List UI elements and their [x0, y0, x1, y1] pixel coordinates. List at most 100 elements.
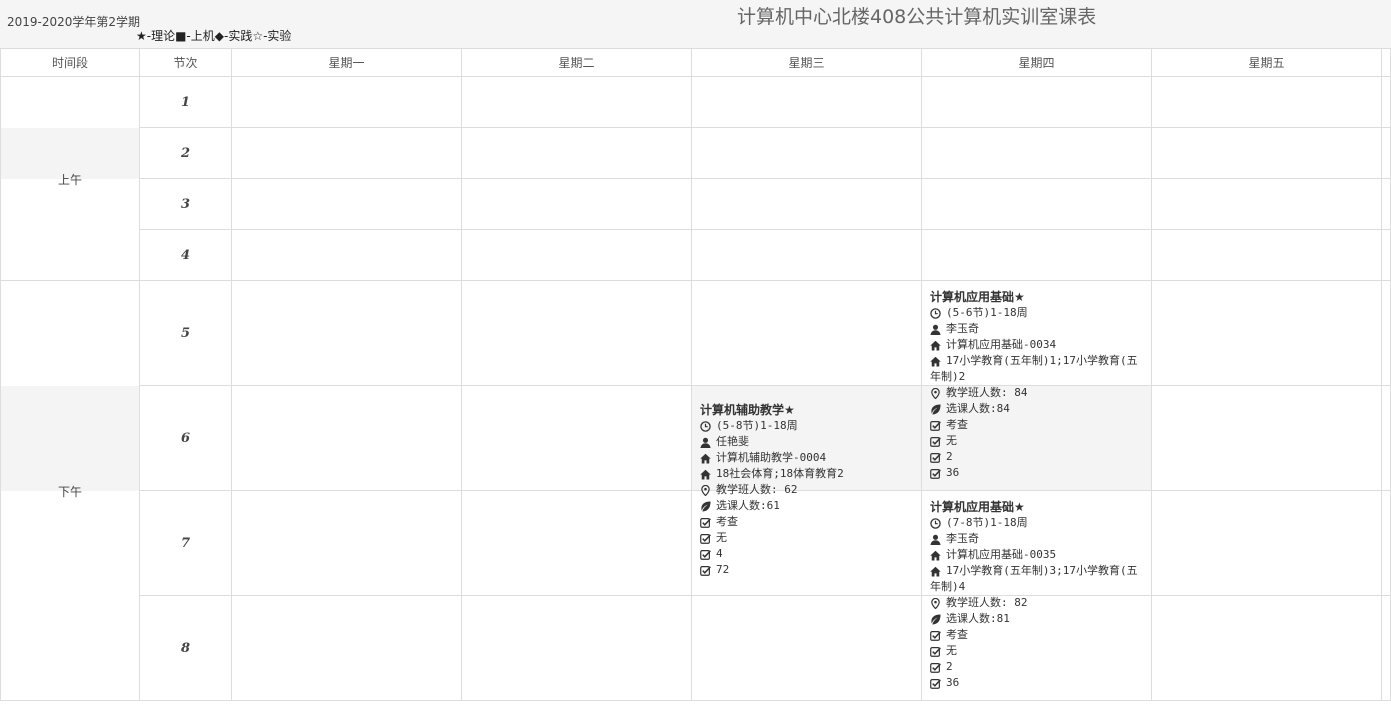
cell-mon-3[interactable] — [231, 178, 462, 230]
cell-mon-4[interactable] — [231, 229, 462, 281]
course-class-size: 教学班人数: 82 — [946, 596, 1028, 609]
cell-fri-1[interactable] — [1151, 76, 1382, 128]
cell-tue-1[interactable] — [461, 76, 692, 128]
home-icon — [700, 466, 716, 482]
check-square-icon — [930, 465, 946, 481]
user-icon — [700, 434, 716, 450]
col-day-thu: 星期四 — [921, 48, 1152, 77]
map-pin-icon — [930, 595, 946, 611]
cell-tue-8[interactable] — [461, 595, 692, 701]
cell-wed-3[interactable] — [691, 178, 922, 230]
slot-number: 3 — [139, 178, 232, 230]
check-square-icon — [700, 562, 716, 578]
cell-tue-7[interactable] — [461, 490, 692, 596]
cell-tue-5[interactable] — [461, 280, 692, 386]
col-period-header: 时间段 — [0, 48, 140, 77]
cell-wed-4[interactable] — [691, 229, 922, 281]
check-square-icon — [930, 417, 946, 433]
course-time: (7-8节)1-18周 — [946, 516, 1028, 529]
course-enrolled: 选课人数:61 — [716, 499, 780, 512]
map-pin-icon — [700, 482, 716, 498]
cell-mon-8[interactable] — [231, 595, 462, 701]
user-icon — [930, 531, 946, 547]
course-room: 计算机应用基础-0034 — [946, 338, 1057, 351]
cell-thu-1[interactable] — [921, 76, 1152, 128]
course-name: 计算机辅助教学★ — [700, 403, 795, 417]
course-assessment: 考查 — [946, 628, 968, 641]
user-icon — [930, 321, 946, 337]
cell-wed-2[interactable] — [691, 127, 922, 179]
cell-fri-2[interactable] — [1151, 127, 1382, 179]
cell-fri-5[interactable] — [1151, 280, 1382, 386]
period-morning: 上午 — [0, 76, 140, 281]
cell-thu-4[interactable] — [921, 229, 1152, 281]
slot-number: 6 — [139, 385, 232, 491]
cell-fri-4[interactable] — [1151, 229, 1382, 281]
course-extra2: 2 — [946, 450, 953, 463]
home-icon — [930, 353, 946, 369]
cell-fri-8[interactable] — [1151, 595, 1382, 701]
cell-fri-7[interactable] — [1151, 490, 1382, 596]
check-square-icon — [930, 643, 946, 659]
col-day-wed: 星期三 — [691, 48, 922, 77]
cell-tue-3[interactable] — [461, 178, 692, 230]
cell-extra-7 — [1381, 490, 1391, 596]
cell-extra-4 — [1381, 229, 1391, 281]
course-teacher: 李玉奇 — [946, 322, 979, 335]
cell-mon-6[interactable] — [231, 385, 462, 491]
course-card-wed[interactable]: 计算机辅助教学★ (5-8节)1-18周 任艳斐 计算机辅助教学-0004 18… — [700, 402, 922, 578]
course-room: 计算机辅助教学-0004 — [716, 451, 827, 464]
period-afternoon: 下午 — [0, 280, 140, 701]
cell-thu-3[interactable] — [921, 178, 1152, 230]
check-square-icon — [930, 627, 946, 643]
course-type-legend: ★-理论■-上机◆-实践☆-实验 — [136, 29, 292, 43]
course-assessment: 考查 — [946, 418, 968, 431]
course-classes: 17小学教育(五年制)1;17小学教育(五年制)2 — [930, 354, 1138, 383]
cell-mon-7[interactable] — [231, 490, 462, 596]
course-extra1: 无 — [716, 531, 727, 544]
cell-wed-8[interactable] — [691, 595, 922, 701]
clock-icon — [930, 515, 946, 531]
cell-mon-5[interactable] — [231, 280, 462, 386]
course-room: 计算机应用基础-0035 — [946, 548, 1057, 561]
course-extra2: 4 — [716, 547, 723, 560]
course-time: (5-8节)1-18周 — [716, 419, 798, 432]
course-card-thu-1[interactable]: 计算机应用基础★ (5-6节)1-18周 李玉奇 计算机应用基础-0034 17… — [930, 289, 1144, 481]
cell-thu-2[interactable] — [921, 127, 1152, 179]
col-slot-header: 节次 — [139, 48, 232, 77]
cell-tue-6[interactable] — [461, 385, 692, 491]
check-square-icon — [700, 530, 716, 546]
page-title: 计算机中心北楼408公共计算机实训室课表 — [737, 6, 1097, 28]
schedule-header: 2019-2020学年第2学期 ★-理论■-上机◆-实践☆-实验 计算机中心北楼… — [0, 0, 1391, 49]
course-classes: 18社会体育;18体育教育2 — [716, 467, 844, 480]
timetable: 时间段 节次 星期一 星期二 星期三 星期四 星期五 上午 1 2 3 4 下午… — [0, 48, 1391, 701]
course-extra1: 无 — [946, 644, 957, 657]
cell-mon-1[interactable] — [231, 76, 462, 128]
cell-wed-5[interactable] — [691, 280, 922, 386]
home-icon — [930, 547, 946, 563]
check-square-icon — [700, 514, 716, 530]
course-name: 计算机应用基础★ — [930, 500, 1025, 514]
course-name: 计算机应用基础★ — [930, 290, 1025, 304]
col-day-mon: 星期一 — [231, 48, 462, 77]
check-square-icon — [930, 449, 946, 465]
course-enrolled: 选课人数:81 — [946, 612, 1010, 625]
check-square-icon — [930, 675, 946, 691]
slot-number: 7 — [139, 490, 232, 596]
cell-tue-2[interactable] — [461, 127, 692, 179]
slot-number: 4 — [139, 229, 232, 281]
clock-icon — [930, 305, 946, 321]
cell-wed-1[interactable] — [691, 76, 922, 128]
cell-fri-6[interactable] — [1151, 385, 1382, 491]
cell-extra-1 — [1381, 76, 1391, 128]
semester-label: 2019-2020学年第2学期 — [7, 15, 141, 29]
course-card-thu-2[interactable]: 计算机应用基础★ (7-8节)1-18周 李玉奇 计算机应用基础-0035 17… — [930, 499, 1144, 691]
slot-number: 2 — [139, 127, 232, 179]
course-enrolled: 选课人数:84 — [946, 402, 1010, 415]
home-icon — [700, 450, 716, 466]
course-time: (5-6节)1-18周 — [946, 306, 1028, 319]
cell-extra-5 — [1381, 280, 1391, 386]
cell-mon-2[interactable] — [231, 127, 462, 179]
cell-tue-4[interactable] — [461, 229, 692, 281]
cell-fri-3[interactable] — [1151, 178, 1382, 230]
